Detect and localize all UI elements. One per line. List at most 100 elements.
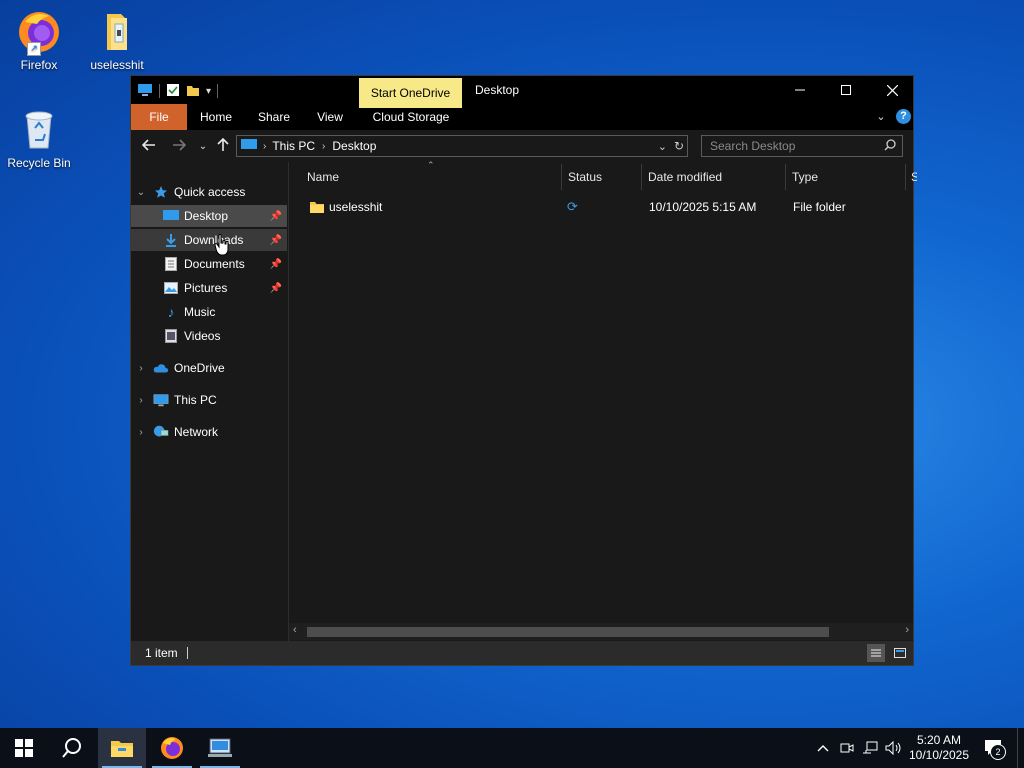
horizontal-scrollbar[interactable]: ‹ › (289, 623, 913, 640)
taskbar-network-app[interactable] (196, 728, 244, 768)
nav-item-videos[interactable]: Videos (131, 325, 287, 347)
ethernet-icon (863, 741, 878, 754)
scroll-right-icon[interactable]: › (905, 624, 909, 636)
breadcrumb-desktop[interactable]: Desktop (332, 139, 376, 153)
column-header-status[interactable]: Status (568, 162, 638, 192)
recent-locations-button[interactable]: ⌄ (193, 138, 213, 156)
address-dropdown-icon[interactable]: ⌄ (658, 140, 667, 153)
close-icon (886, 84, 898, 96)
forward-button[interactable] (169, 138, 189, 156)
nav-item-documents[interactable]: Documents 📌 (131, 253, 287, 275)
start-button[interactable] (0, 728, 48, 768)
close-button[interactable] (869, 76, 915, 104)
chevron-right-icon[interactable]: › (134, 427, 148, 438)
taskbar-firefox[interactable] (148, 728, 196, 768)
chevron-right-icon: › (322, 140, 326, 152)
search-button[interactable] (48, 728, 96, 768)
nav-item-downloads[interactable]: Downloads 📌 (131, 229, 287, 251)
item-count: 1 item (145, 646, 178, 660)
desktop-icon-firefox[interactable]: ↗ Firefox (1, 8, 77, 72)
nav-label: Pictures (184, 281, 228, 295)
back-button[interactable] (139, 138, 159, 156)
column-divider[interactable] (641, 164, 642, 190)
column-header-date-modified[interactable]: Date modified (648, 162, 783, 192)
breadcrumb-this-pc[interactable]: This PC (272, 139, 315, 153)
firefox-icon: ↗ (15, 8, 63, 56)
details-view-button[interactable] (867, 644, 885, 662)
hand-cursor-icon (214, 234, 230, 256)
show-desktop-button[interactable] (1017, 728, 1024, 768)
speaker-icon (885, 741, 901, 755)
maximize-button[interactable] (823, 76, 869, 104)
tab-start-onedrive[interactable]: Start OneDrive (359, 78, 462, 108)
show-hidden-icons-button[interactable] (814, 728, 832, 768)
file-type: File folder (793, 200, 846, 214)
desktop-icon-recycle-bin[interactable]: Recycle Bin (1, 106, 77, 170)
meet-now-button[interactable] (838, 728, 856, 768)
properties-icon[interactable] (166, 83, 180, 100)
tab-view[interactable]: View (307, 104, 353, 130)
status-divider (187, 647, 188, 659)
action-center-button[interactable]: 2 (980, 728, 1008, 768)
nav-item-pictures[interactable]: Pictures 📌 (131, 277, 287, 299)
new-folder-icon[interactable] (186, 83, 200, 100)
tab-share[interactable]: Share (251, 104, 297, 130)
large-icons-view-icon (894, 648, 906, 658)
chevron-right-icon[interactable]: › (134, 395, 148, 406)
title-bar[interactable]: ▾ Desktop (131, 76, 913, 104)
volume-button[interactable] (884, 728, 904, 768)
tab-file[interactable]: File (131, 104, 187, 130)
file-explorer-icon (111, 741, 133, 757)
column-divider[interactable] (561, 164, 562, 190)
customize-qat-icon[interactable]: ▾ (206, 86, 211, 97)
column-header-size[interactable]: S (911, 162, 917, 192)
network-icon (153, 424, 169, 440)
navigation-pane[interactable]: ⌄ Quick access Desktop 📌 Downloads 📌 Doc… (131, 162, 289, 642)
file-list[interactable]: ⌃ Name Status Date modified Type S usele… (289, 160, 917, 642)
this-pc-icon (241, 138, 257, 154)
address-bar[interactable]: › This PC › Desktop ⌄ ↻ (236, 135, 688, 157)
clock[interactable]: 5:20 AM 10/10/2025 (906, 728, 972, 768)
taskbar-file-explorer[interactable] (98, 728, 146, 768)
pin-icon: 📌 (269, 258, 282, 270)
desktop-icon-label: Firefox (20, 58, 58, 72)
nav-item-network[interactable]: › Network (131, 421, 287, 443)
nav-quick-access[interactable]: ⌄ Quick access (131, 181, 287, 203)
scrollbar-thumb[interactable] (307, 627, 829, 637)
column-header-name[interactable]: Name (307, 162, 557, 192)
clock-time: 5:20 AM (916, 733, 962, 747)
search-icon (884, 139, 896, 154)
tab-home[interactable]: Home (193, 104, 239, 130)
nav-label: Videos (184, 329, 221, 343)
nav-item-music[interactable]: ♪ Music (131, 301, 287, 323)
large-icons-view-button[interactable] (891, 644, 909, 662)
desktop-icon (163, 208, 179, 224)
chevron-down-icon[interactable]: ⌄ (134, 187, 148, 198)
nav-item-onedrive[interactable]: › OneDrive (131, 357, 287, 379)
help-icon[interactable]: ? (896, 109, 911, 124)
desktop-icon-uselesshit[interactable]: uselesshit (79, 8, 155, 72)
taskbar: 5:20 AM 10/10/2025 2 (0, 728, 1024, 768)
documents-icon (163, 256, 179, 272)
pin-icon: 📌 (269, 210, 282, 222)
refresh-icon[interactable]: ↻ (674, 139, 684, 153)
network-status-button[interactable] (861, 728, 879, 768)
column-header-type[interactable]: Type (792, 162, 902, 192)
back-arrow-icon (141, 139, 155, 151)
expand-ribbon-button[interactable]: ⌄ (873, 109, 889, 125)
chevron-right-icon[interactable]: › (134, 363, 148, 374)
column-divider[interactable] (785, 164, 786, 190)
notification-count: 2 (990, 744, 1006, 760)
column-divider[interactable] (905, 164, 906, 190)
minimize-button[interactable] (777, 76, 823, 104)
up-button[interactable] (213, 137, 233, 156)
scroll-left-icon[interactable]: ‹ (293, 624, 297, 636)
up-arrow-icon (217, 137, 229, 151)
clock-date: 10/10/2025 (908, 748, 970, 762)
maximize-icon (841, 85, 851, 95)
table-row[interactable]: uselesshit ⟳ 10/10/2025 5:15 AM File fol… (289, 196, 913, 218)
nav-item-this-pc[interactable]: › This PC (131, 389, 287, 411)
nav-item-desktop[interactable]: Desktop 📌 (131, 205, 287, 227)
nav-label: Network (174, 425, 219, 439)
search-input[interactable]: Search Desktop (701, 135, 903, 157)
